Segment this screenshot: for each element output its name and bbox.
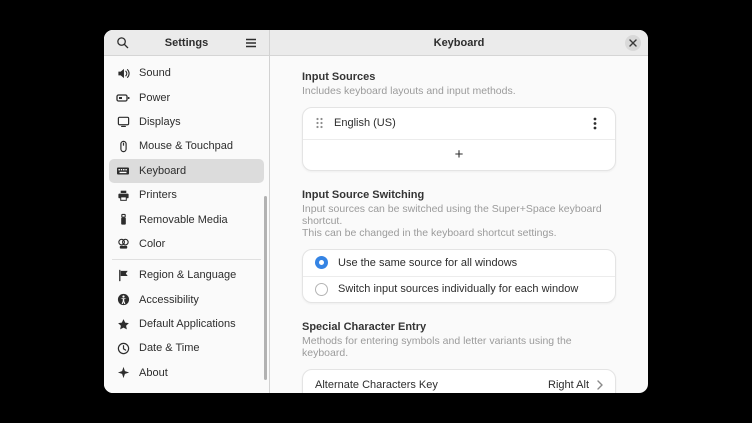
sidebar-item-default-applications[interactable]: Default Applications [109, 312, 264, 336]
settings-window: Settings Sound Power [104, 30, 648, 393]
sidebar-item-power[interactable]: Power [109, 85, 264, 109]
section-description: Input sources can be switched using the … [302, 204, 616, 240]
sidebar-item-date-time[interactable]: Date & Time [109, 336, 264, 360]
mouse-icon [116, 139, 130, 153]
radio-option-label: Use the same source for all windows [338, 257, 517, 269]
flag-icon [116, 268, 130, 282]
sidebar-item-printers[interactable]: Printers [109, 183, 264, 207]
main-pane: Keyboard Input Sources Includes keyboard… [270, 30, 648, 393]
keyboard-settings-content: Input Sources Includes keyboard layouts … [270, 56, 648, 393]
sidebar-divider [112, 259, 261, 260]
sidebar-item-label: Mouse & Touchpad [139, 140, 233, 152]
sidebar-item-about[interactable]: About [109, 361, 264, 385]
section-title: Input Sources [302, 71, 616, 83]
special-character-card: Alternate Characters Key Right Alt Compo… [302, 369, 616, 393]
close-icon [629, 39, 637, 47]
section-description: Includes keyboard layouts and input meth… [302, 86, 616, 98]
sidebar-item-label: Power [139, 92, 170, 104]
sidebar-item-label: Sound [139, 67, 171, 79]
sidebar-item-removable-media[interactable]: Removable Media [109, 207, 264, 231]
page-title: Keyboard [434, 37, 485, 49]
special-character-entry-section: Special Character Entry Methods for ente… [302, 321, 616, 393]
sidebar-item-label: Region & Language [139, 269, 236, 281]
close-button[interactable] [625, 35, 641, 51]
plus-icon: + [455, 146, 464, 163]
sidebar-item-label: Printers [139, 189, 177, 201]
sidebar-item-label: Displays [139, 116, 181, 128]
section-title: Input Source Switching [302, 189, 616, 201]
sidebar-item-displays[interactable]: Displays [109, 110, 264, 134]
sidebar: Settings Sound Power [104, 30, 270, 393]
chevron-right-icon [597, 380, 603, 390]
printer-icon [116, 188, 130, 202]
input-source-switching-section: Input Source Switching Input sources can… [302, 189, 616, 303]
sidebar-item-label: Date & Time [139, 342, 200, 354]
radio-option-per-window[interactable]: Switch input sources individually for ea… [303, 276, 615, 302]
section-title: Special Character Entry [302, 321, 616, 333]
sidebar-item-label: Default Applications [139, 318, 236, 330]
sidebar-item-label: Removable Media [139, 214, 228, 226]
more-options-icon[interactable] [587, 115, 603, 131]
sidebar-nav: Sound Power Displays Mouse & Touchpad [104, 56, 269, 393]
row-label: Alternate Characters Key [315, 379, 438, 391]
star-icon [116, 317, 130, 331]
radio-unselected-icon[interactable] [315, 283, 328, 296]
sidebar-item-label: About [139, 367, 168, 379]
sidebar-item-keyboard[interactable]: Keyboard [109, 159, 264, 183]
drag-handle-icon[interactable] [315, 117, 324, 129]
clock-icon [116, 341, 130, 355]
sidebar-item-region-language[interactable]: Region & Language [109, 263, 264, 287]
radio-option-label: Switch input sources individually for ea… [338, 283, 578, 295]
accessibility-icon [116, 293, 130, 307]
sidebar-headerbar: Settings [104, 30, 269, 56]
sidebar-item-color[interactable]: Color [109, 232, 264, 256]
sidebar-item-label: Accessibility [139, 294, 199, 306]
sparkle-icon [116, 366, 130, 380]
sidebar-item-label: Keyboard [139, 165, 186, 177]
search-icon[interactable] [113, 34, 131, 52]
row-value: Right Alt [548, 379, 589, 391]
usb-drive-icon [116, 213, 130, 227]
monitor-icon [116, 115, 130, 129]
input-source-row[interactable]: English (US) [303, 108, 615, 139]
radio-option-same-source[interactable]: Use the same source for all windows [303, 250, 615, 276]
main-headerbar: Keyboard [270, 30, 648, 56]
description-line-2: This can be changed in the keyboard shor… [302, 228, 616, 240]
description-line-1: Input sources can be switched using the … [302, 204, 616, 228]
sidebar-scrollbar[interactable] [264, 196, 267, 380]
speaker-icon [116, 66, 130, 80]
sidebar-item-accessibility[interactable]: Accessibility [109, 288, 264, 312]
battery-icon [116, 91, 130, 105]
keyboard-icon [116, 164, 130, 178]
input-sources-section: Input Sources Includes keyboard layouts … [302, 71, 616, 171]
input-source-name: English (US) [334, 117, 396, 129]
sidebar-item-sound[interactable]: Sound [109, 61, 264, 85]
input-sources-card: English (US) + [302, 107, 616, 171]
menu-icon[interactable] [242, 34, 260, 52]
sidebar-item-mouse-touchpad[interactable]: Mouse & Touchpad [109, 134, 264, 158]
radio-selected-icon[interactable] [315, 256, 328, 269]
sidebar-title: Settings [165, 37, 208, 49]
section-description: Methods for entering symbols and letter … [302, 336, 616, 360]
color-icon [116, 237, 130, 251]
alternate-characters-key-row[interactable]: Alternate Characters Key Right Alt [303, 370, 615, 393]
source-switching-card: Use the same source for all windows Swit… [302, 249, 616, 303]
add-input-source-button[interactable]: + [303, 139, 615, 170]
sidebar-item-label: Color [139, 238, 165, 250]
